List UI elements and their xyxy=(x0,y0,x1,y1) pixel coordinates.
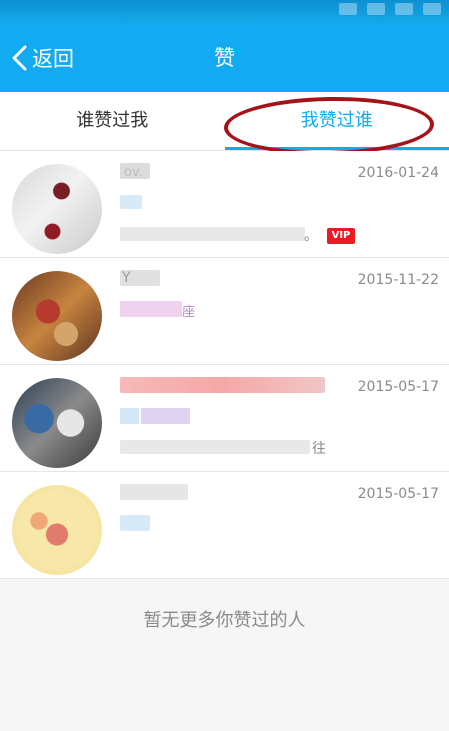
avatar xyxy=(12,485,102,575)
signature-pixelated xyxy=(120,227,305,241)
user-name: Y xyxy=(122,270,131,286)
signature: 。 xyxy=(304,228,318,244)
back-button[interactable]: 返回 xyxy=(10,24,74,92)
user-tag-pixelated xyxy=(120,301,182,317)
back-label: 返回 xyxy=(32,47,74,71)
user-tag-pixelated xyxy=(120,515,150,531)
status-icons xyxy=(339,3,441,15)
avatar xyxy=(12,378,102,468)
user-tag-pixelated xyxy=(120,195,142,209)
tab-bar: 谁赞过我 我赞过谁 xyxy=(0,92,449,151)
avatar xyxy=(12,164,102,254)
tab-who-i-liked[interactable]: 我赞过谁 xyxy=(224,92,449,150)
vip-badge: VIP xyxy=(327,228,355,244)
list-item[interactable]: Y 座 2015-11-22 xyxy=(0,258,449,365)
list-footer: 暂无更多你赞过的人 xyxy=(0,580,449,731)
tab-who-liked-me[interactable]: 谁赞过我 xyxy=(0,92,225,150)
title-bar: 返回 赞 xyxy=(0,24,449,92)
signature-pixelated xyxy=(120,440,310,454)
list-item[interactable]: ov. 。 2016-01-24 xyxy=(0,151,449,258)
liked-date: 2016-01-24 xyxy=(357,165,439,181)
liked-date: 2015-11-22 xyxy=(357,272,439,288)
user-name: ov. xyxy=(124,165,143,180)
user-tag: 座 xyxy=(182,305,196,320)
liked-list: ov. 。 2016-01-24 Y 座 2015-11-22 2015-05-… xyxy=(0,151,449,579)
liked-date: 2015-05-17 xyxy=(357,379,439,395)
user-tag-pixelated xyxy=(120,408,190,424)
liked-date: 2015-05-17 xyxy=(357,486,439,502)
avatar xyxy=(12,271,102,361)
signature: 往 xyxy=(312,441,326,457)
list-item[interactable]: 2015-05-17 往 xyxy=(0,365,449,472)
user-name-pixelated xyxy=(120,377,325,393)
list-item[interactable]: 2015-05-17 xyxy=(0,472,449,579)
status-bar xyxy=(0,0,449,24)
user-name-pixelated xyxy=(120,484,188,500)
no-more-message: 暂无更多你赞过的人 xyxy=(143,610,306,631)
chevron-left-icon xyxy=(12,45,27,71)
